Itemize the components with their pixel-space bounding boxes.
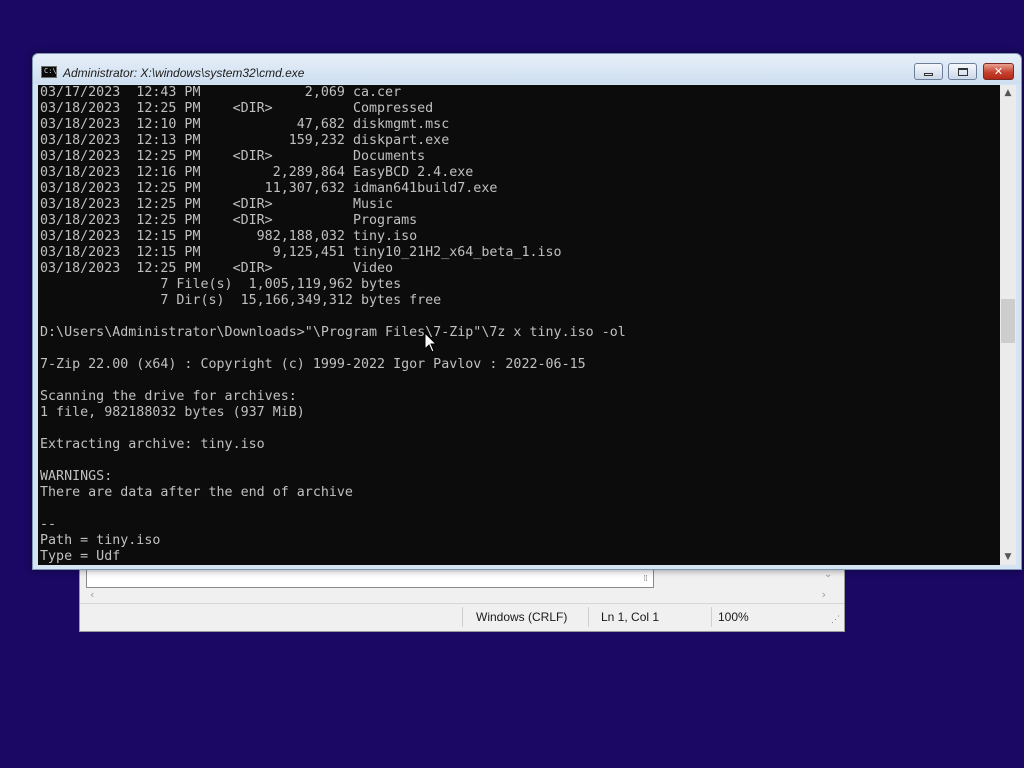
status-separator	[462, 607, 463, 627]
console-line: 03/18/2023 12:25 PM 11,307,632 idman641b…	[40, 181, 498, 196]
status-cursor-position: Ln 1, Col 1	[601, 610, 660, 624]
console-line: Path = tiny.iso	[40, 533, 161, 548]
status-zoom: 100%	[718, 610, 749, 624]
console-line: Type = Udf	[40, 549, 121, 564]
console-line: --	[40, 517, 57, 532]
console-line: 03/18/2023 12:15 PM 982,188,032 tiny.iso	[40, 229, 418, 244]
scroll-down-arrow-icon[interactable]: ⌄	[824, 569, 832, 580]
console-line: 03/18/2023 12:25 PM <DIR> Programs	[40, 213, 418, 228]
scroll-up-arrow-icon[interactable]: ▲	[1000, 85, 1016, 101]
console-line: 03/18/2023 12:25 PM <DIR> Documents	[40, 149, 426, 164]
minimize-button[interactable]	[914, 63, 943, 80]
console-line: 03/18/2023 12:15 PM 9,125,451 tiny10_21H…	[40, 245, 562, 260]
scroll-left-arrow-icon[interactable]: ‹	[90, 588, 94, 601]
console-line: 7-Zip 22.00 (x64) : Copyright (c) 1999-2…	[40, 357, 586, 372]
console-line: 03/17/2023 12:43 PM 2,069 ca.cer	[40, 85, 402, 100]
status-encoding: Windows (CRLF)	[476, 610, 568, 624]
console-line: There are data after the end of archive	[40, 485, 353, 500]
scrollbar-thumb[interactable]	[1001, 299, 1015, 343]
console-line: 03/18/2023 12:13 PM 159,232 diskpart.exe	[40, 133, 450, 148]
console-line: 03/18/2023 12:16 PM 2,289,864 EasyBCD 2.…	[40, 165, 474, 180]
title-bar[interactable]: C:\ Administrator: X:\windows\system32\c…	[33, 54, 1021, 84]
console-line: 03/18/2023 12:10 PM 47,682 diskmgmt.msc	[40, 117, 450, 132]
scroll-right-arrow-icon[interactable]: ›	[822, 588, 826, 601]
console-line: WARNINGS:	[40, 469, 113, 484]
console-line: 1 file, 982188032 bytes (937 MiB)	[40, 405, 305, 420]
console-line: 03/18/2023 12:25 PM <DIR> Music	[40, 197, 394, 212]
cmd-window[interactable]: C:\ Administrator: X:\windows\system32\c…	[32, 53, 1022, 570]
scroll-down-arrow-icon[interactable]: ▼	[1000, 549, 1016, 565]
console-line: 03/18/2023 12:25 PM <DIR> Video	[40, 261, 394, 276]
console-line: Extracting archive: tiny.iso	[40, 437, 265, 452]
console-line: 7 Dir(s) 15,166,349,312 bytes free	[40, 293, 442, 308]
notepad-window[interactable]: ⁞⁞ ⌄ ‹ › Windows (CRLF) Ln 1, Col 1 100%…	[79, 560, 845, 632]
console-line: Scanning the drive for archives:	[40, 389, 297, 404]
console-line: 03/18/2023 12:25 PM <DIR> Compressed	[40, 101, 434, 116]
maximize-icon	[957, 67, 968, 76]
window-title: Administrator: X:\windows\system32\cmd.e…	[63, 66, 305, 80]
close-button[interactable]: ✕	[983, 63, 1014, 80]
vertical-scrollbar[interactable]: ▲ ▼	[1000, 85, 1016, 565]
size-grip-icon[interactable]: ⋰	[831, 614, 840, 625]
cmd-app-icon[interactable]: C:\	[41, 66, 57, 78]
minimize-icon	[924, 73, 933, 76]
resize-grip-icon: ⁞⁞	[643, 574, 648, 584]
maximize-button[interactable]	[948, 63, 977, 80]
console-line: D:\Users\Administrator\Downloads>"\Progr…	[40, 325, 626, 340]
console-output[interactable]: 03/17/2023 12:43 PM 2,069 ca.cer 03/18/2…	[38, 85, 1000, 565]
status-bar: Windows (CRLF) Ln 1, Col 1 100% ⋰	[80, 603, 844, 630]
console-line: 7 File(s) 1,005,119,962 bytes	[40, 277, 402, 292]
status-separator	[588, 607, 589, 627]
close-icon: ✕	[993, 65, 1004, 78]
status-separator	[711, 607, 712, 627]
horizontal-scrollbar[interactable]: ‹ ›	[86, 588, 826, 602]
console-text: 03/17/2023 12:43 PM 2,069 ca.cer 03/18/2…	[40, 85, 626, 565]
mouse-pointer-icon	[424, 332, 438, 353]
